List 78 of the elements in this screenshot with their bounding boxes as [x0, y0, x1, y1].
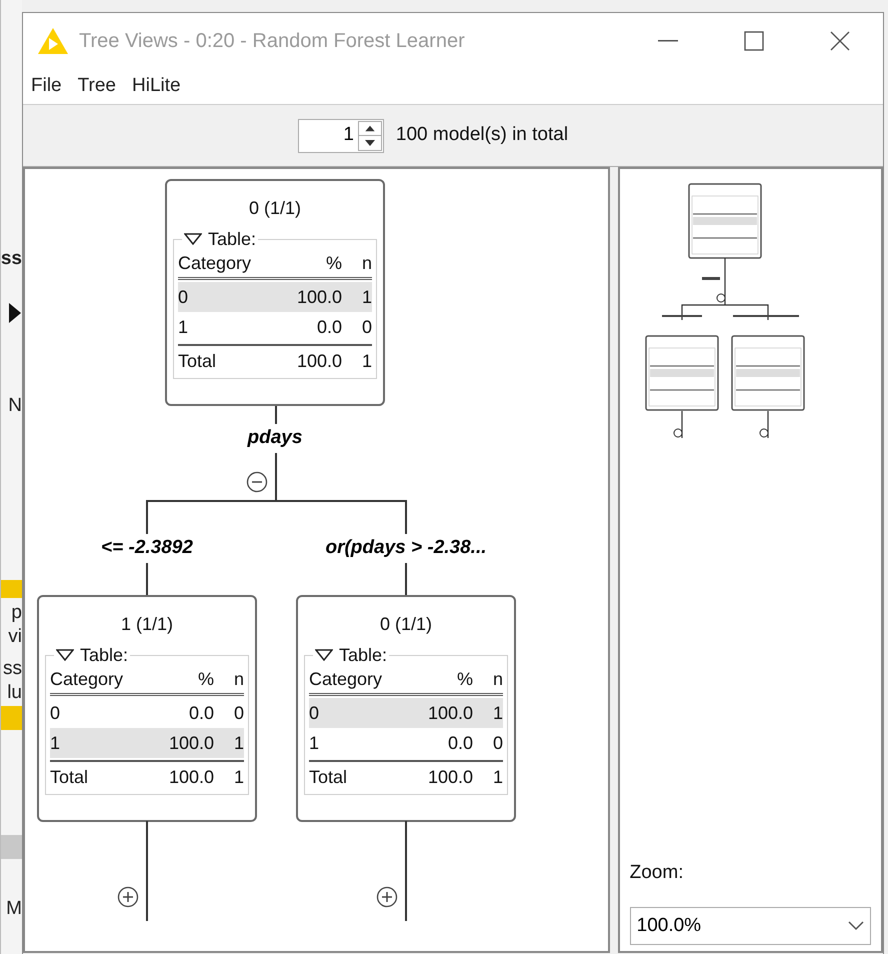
column-header: n — [492, 668, 503, 691]
tree-node[interactable]: 0 (1/1) Table: Category % n 0 100.0 1 1 0.0 0 Total 100.0 1 — [296, 595, 516, 822]
table-cell-text: Total — [50, 766, 90, 788]
table-cell-text: 100.0 — [426, 766, 473, 788]
maximize-icon — [744, 31, 764, 51]
background-text: p — [11, 602, 22, 624]
branch-condition: <= -2.3892 — [101, 534, 193, 562]
table-cell-text: 1 — [360, 350, 372, 372]
model-count-label: 100 model(s) in total — [396, 123, 568, 148]
background-text: N — [8, 395, 22, 417]
close-icon — [830, 31, 850, 51]
chevron-down-icon — [848, 921, 864, 931]
table-cell-text: 0 — [50, 702, 62, 724]
column-header: Category — [309, 668, 384, 691]
menu-item[interactable]: HiLite — [132, 72, 181, 101]
triangle-icon[interactable] — [184, 233, 202, 245]
triangle-icon[interactable] — [315, 649, 333, 661]
table-cell-text: 0.0 — [446, 732, 473, 754]
tree-node[interactable]: 0 (1/1) Table: Category % n 0 100.0 1 1 0.0 0 Total 100.0 1 — [165, 179, 385, 406]
background-text: M — [6, 898, 22, 920]
table-cell-text: 1 — [309, 732, 320, 754]
column-header: n — [360, 252, 372, 275]
column-header: % — [456, 668, 473, 691]
split-attribute: pdays — [248, 426, 302, 450]
table-cell-text: 0.0 — [188, 702, 214, 724]
highlight-bar — [1, 706, 22, 730]
background-text: ss — [3, 658, 22, 680]
highlight-bar — [1, 580, 22, 598]
background-text: lu — [7, 682, 22, 704]
column-header: Category — [50, 668, 124, 691]
expand-icon[interactable] — [117, 886, 139, 908]
table-cell-text: 100.0 — [168, 732, 214, 754]
branch-condition: or(pdays > -2.38... — [325, 534, 487, 562]
node-title: 1 (1/1) — [120, 613, 174, 636]
model-spinner[interactable]: 1 — [298, 118, 384, 152]
triangle-icon[interactable] — [56, 649, 74, 661]
table-cell-text: 1 — [232, 766, 244, 788]
window-title: Tree Views - 0:20 - Random Forest Learner — [79, 29, 465, 54]
column-header: n — [232, 668, 244, 691]
minimize-icon — [658, 40, 678, 42]
table-label: Table: — [208, 228, 256, 250]
table-cell-text: 100.0 — [296, 350, 342, 372]
collapse-icon[interactable] — [246, 471, 268, 493]
column-header: % — [324, 252, 342, 275]
tree-node[interactable]: 1 (1/1) Table: Category % n 0 0.0 0 1 100.0 1 Total 100.0 1 — [37, 595, 257, 822]
node-title: 0 (1/1) — [248, 197, 302, 220]
zoom-dropdown[interactable]: 100.0% — [630, 907, 871, 945]
table-cell-text: 1 — [492, 766, 503, 788]
node-title: 0 (1/1) — [380, 613, 432, 636]
table-cell-text: 1 — [178, 316, 190, 338]
table-cell-text: 0.0 — [316, 316, 342, 338]
table-cell-text: 100.0 — [168, 766, 214, 788]
table-cell-text: 1 — [50, 732, 62, 754]
scrollbar — [1, 835, 22, 859]
table-cell-text: 1 — [360, 286, 372, 308]
table-cell-text: 0 — [492, 732, 503, 754]
menu-item[interactable]: File — [31, 72, 62, 101]
menu-item[interactable]: Tree — [78, 72, 116, 101]
table-cell-text: 1 — [492, 702, 503, 724]
background-text: ss — [1, 248, 22, 270]
table-cell-text: 0 — [309, 702, 320, 724]
table-cell-text: Total — [178, 350, 218, 372]
table-label: Table: — [80, 644, 128, 666]
app-logo-icon — [37, 27, 69, 55]
background-text: vi — [8, 626, 22, 648]
table-cell-text: 0 — [232, 702, 244, 724]
expand-icon[interactable] — [376, 886, 398, 908]
table-cell-text: 0 — [360, 316, 372, 338]
zoom-label: Zoom: — [630, 862, 684, 882]
column-header: Category — [178, 252, 252, 275]
table-cell-text: 0 — [178, 286, 190, 308]
table-cell-text: Total — [309, 766, 348, 788]
table-cell-text: 100.0 — [296, 286, 342, 308]
column-header: % — [196, 668, 214, 691]
table-cell-text: 1 — [232, 732, 244, 754]
table-cell-text: 100.0 — [426, 702, 473, 724]
spinner-value: 1 — [342, 123, 355, 148]
table-label: Table: — [339, 644, 388, 666]
